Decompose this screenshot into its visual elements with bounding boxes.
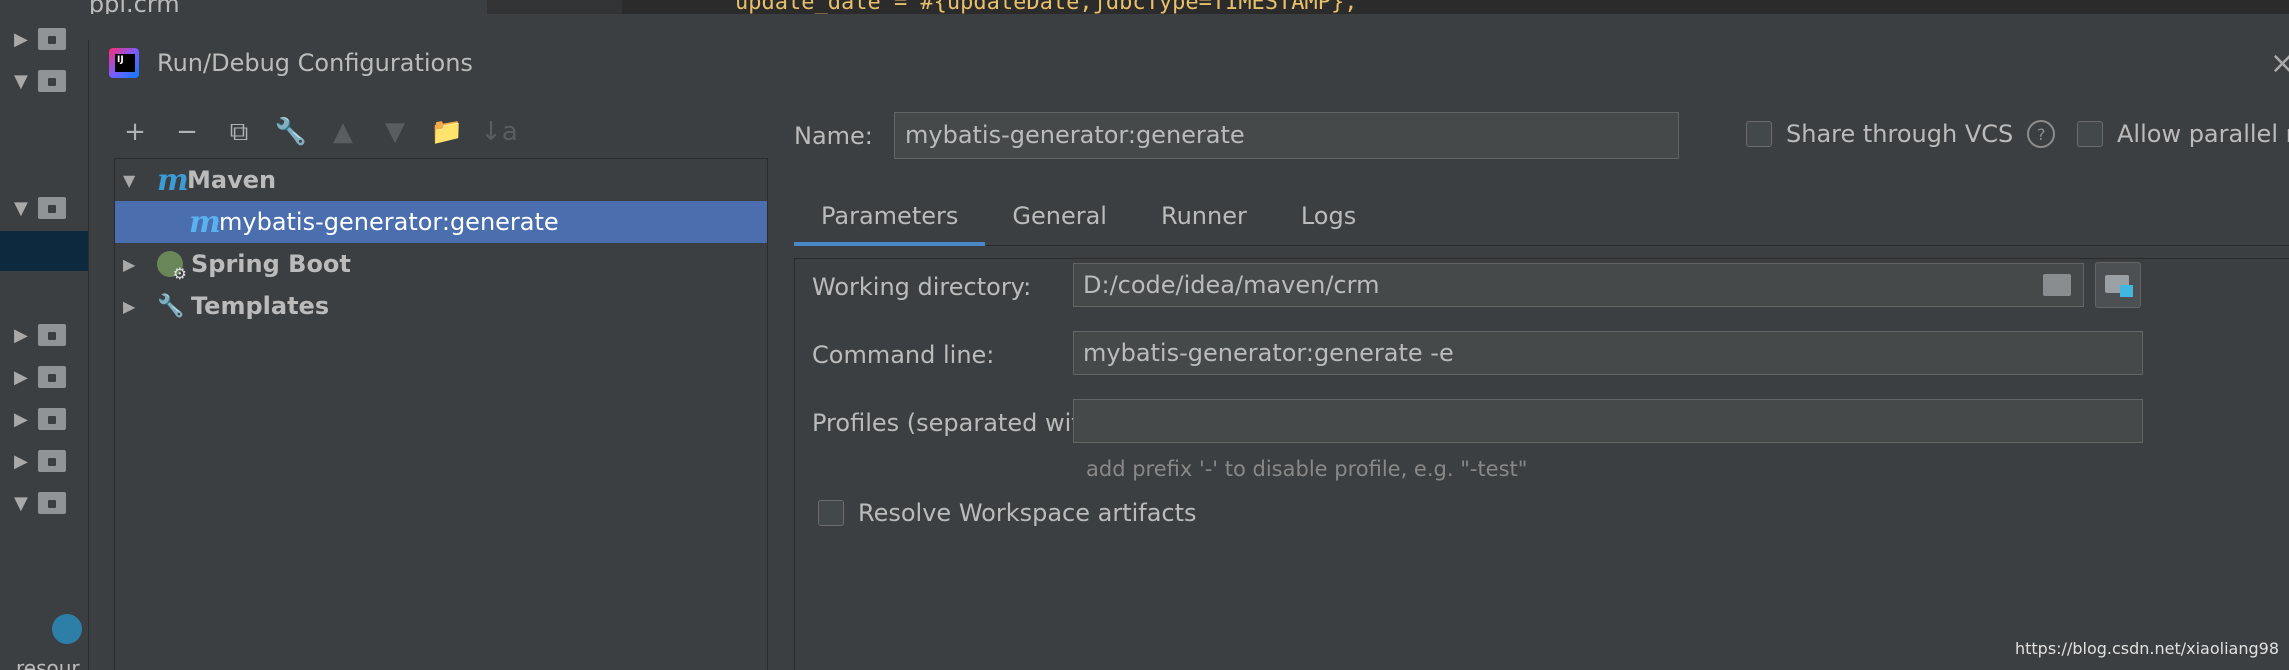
add-configuration-button[interactable]: + xyxy=(119,116,151,148)
share-vcs-option: Share through VCS ? xyxy=(1746,120,2056,148)
background-tree-row: ▼ xyxy=(0,193,88,223)
background-tree-row: ▶ xyxy=(0,362,88,392)
folder-icon xyxy=(38,28,66,50)
folder-icon xyxy=(38,492,66,514)
tree-item-label: Templates xyxy=(191,292,330,320)
folder-icon xyxy=(38,366,66,388)
background-tree-row: ▼ xyxy=(0,488,88,518)
tab-parameters[interactable]: Parameters xyxy=(794,190,986,246)
copy-configuration-button[interactable]: ⧉ xyxy=(223,116,255,148)
allow-parallel-option: Allow parallel ru xyxy=(2077,120,2289,148)
background-tree-row: ▶ xyxy=(0,24,88,54)
run-debug-configurations-dialog: Run/Debug Configurations × + − ⧉ 🔧 ▲ ▼ 📁… xyxy=(88,40,2289,670)
chevron-down-icon[interactable]: ▼ xyxy=(123,171,143,190)
maven-icon: m xyxy=(189,204,221,240)
background-code-line: update_date = #{updateDate,jdbcType=TIME… xyxy=(735,0,1358,14)
dialog-title: Run/Debug Configurations xyxy=(157,49,473,77)
background-editor-strip: com.ppl.crm update_date = #{updateDate,j… xyxy=(0,0,2289,14)
allow-parallel-checkbox[interactable] xyxy=(2077,121,2103,147)
sort-button[interactable]: ↓a xyxy=(480,116,518,148)
tree-item-label: mybatis-generator:generate xyxy=(219,208,559,236)
working-directory-value: D:/code/idea/maven/crm xyxy=(1083,271,1380,299)
tree-item-maven[interactable]: ▼ m Maven xyxy=(115,159,767,201)
background-selected-row xyxy=(0,231,88,271)
tree-item-spring-boot[interactable]: ▶ Spring Boot xyxy=(115,243,767,285)
background-tree-row: ▶ xyxy=(0,320,88,350)
command-line-field[interactable]: mybatis-generator:generate -e xyxy=(1073,331,2143,375)
background-gutter xyxy=(487,0,622,14)
profiles-field[interactable] xyxy=(1073,399,2143,443)
tree-item-label: Spring Boot xyxy=(191,250,351,278)
wrench-icon: 🔧 xyxy=(157,293,185,319)
name-label: Name: xyxy=(794,122,873,150)
move-up-button[interactable]: ▲ xyxy=(327,116,359,148)
tab-logs[interactable]: Logs xyxy=(1274,190,1383,245)
browse-module-button[interactable] xyxy=(2095,262,2141,308)
chevron-right-icon[interactable]: ▶ xyxy=(123,297,143,316)
help-icon[interactable]: ? xyxy=(2027,120,2056,148)
folder-icon xyxy=(38,324,66,346)
spring-boot-icon xyxy=(157,251,187,283)
config-tabs: Parameters General Runner Logs xyxy=(794,190,2289,246)
dialog-titlebar: Run/Debug Configurations × xyxy=(89,40,2289,86)
resolve-workspace-label: Resolve Workspace artifacts xyxy=(858,499,1197,527)
parameters-panel: Working directory: D:/code/idea/maven/cr… xyxy=(794,258,2289,670)
background-tree-row: ▶ xyxy=(0,446,88,476)
folder-icon xyxy=(38,450,66,472)
tree-item-mybatis-generator[interactable]: m mybatis-generator:generate xyxy=(115,201,767,243)
folder-icon xyxy=(38,70,66,92)
config-toolbar: + − ⧉ 🔧 ▲ ▼ 📁 ↓a xyxy=(119,112,518,152)
move-down-button[interactable]: ▼ xyxy=(379,116,411,148)
configuration-tree: ▼ m Maven m mybatis-generator:generate ▶… xyxy=(114,158,768,670)
folder-icon[interactable] xyxy=(2043,274,2071,296)
tab-runner[interactable]: Runner xyxy=(1134,190,1274,245)
watermark-url: https://blog.csdn.net/xiaoliang98 xyxy=(2014,639,2279,658)
resolve-workspace-checkbox[interactable] xyxy=(818,500,844,526)
intellij-logo-icon xyxy=(109,48,139,78)
working-directory-label: Working directory: xyxy=(812,273,1032,301)
close-button[interactable]: × xyxy=(2270,46,2289,81)
profiles-hint: add prefix '-' to disable profile, e.g. … xyxy=(1086,457,1528,481)
allow-parallel-label: Allow parallel ru xyxy=(2117,120,2289,148)
folder-icon xyxy=(38,408,66,430)
tree-item-templates[interactable]: ▶ 🔧 Templates xyxy=(115,285,767,327)
resolve-workspace-option: Resolve Workspace artifacts xyxy=(818,499,1197,527)
chevron-right-icon[interactable]: ▶ xyxy=(123,255,143,274)
command-line-label: Command line: xyxy=(812,341,995,369)
background-tree-row: ▼ xyxy=(0,66,88,96)
share-vcs-checkbox[interactable] xyxy=(1746,121,1772,147)
name-field[interactable]: mybatis-generator:generate xyxy=(894,112,1679,159)
tree-item-label: Maven xyxy=(187,166,277,194)
working-directory-field[interactable]: D:/code/idea/maven/crm xyxy=(1073,263,2084,307)
edit-defaults-wrench-icon[interactable]: 🔧 xyxy=(275,116,307,148)
folder-icon xyxy=(38,197,66,219)
spring-boot-icon xyxy=(52,614,82,644)
maven-icon: m xyxy=(157,162,189,198)
background-tree-row: ▶ xyxy=(0,404,88,434)
new-folder-button[interactable]: 📁 xyxy=(431,116,463,148)
tab-general[interactable]: General xyxy=(985,190,1134,245)
background-project-panel: ▶ ▼ ▼ ▶ ▶ ▶ ▶ ▼ resour xyxy=(0,0,88,670)
remove-configuration-button[interactable]: − xyxy=(171,116,203,148)
share-vcs-label: Share through VCS xyxy=(1786,120,2014,148)
background-bottom-label: resour xyxy=(16,656,80,670)
